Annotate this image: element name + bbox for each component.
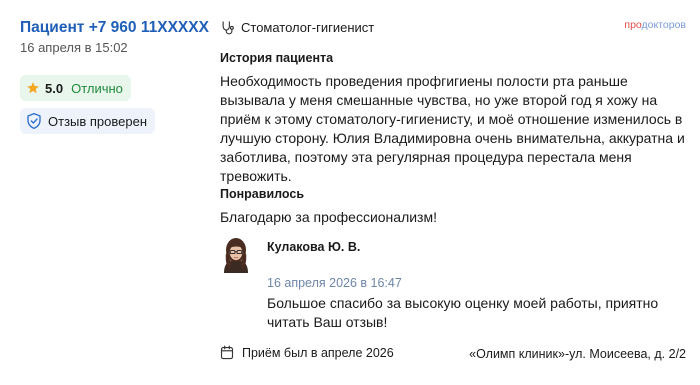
- reply-text: Большое спасибо за высокую оценку моей р…: [267, 295, 659, 330]
- clinic-link[interactable]: «Олимп клиник»-ул. Моисеева, д. 2/2: [469, 347, 686, 361]
- review-footer: Приём был в апреле 2026 «Олимп клиник»-у…: [220, 345, 690, 365]
- verified-label: Отзыв проверен: [48, 113, 148, 129]
- verified-badge[interactable]: Отзыв проверен: [20, 108, 156, 134]
- doctor-name[interactable]: Кулакова Ю. В.: [267, 240, 360, 254]
- shield-check-icon: [27, 112, 41, 129]
- visit-info: Приём был в апреле 2026: [220, 345, 394, 360]
- visit-date: Приём был в апреле 2026: [242, 345, 394, 360]
- doctor-specialty: Стоматолог-гигиенист: [220, 20, 374, 35]
- rating-label: Отлично: [71, 80, 123, 96]
- history-title: История пациента: [220, 51, 334, 65]
- liked-title: Понравилось: [220, 187, 305, 201]
- stethoscope-icon: [222, 21, 234, 35]
- patient-name[interactable]: Пациент +7 960 11XXXXX: [20, 19, 209, 37]
- specialty-label: Стоматолог-гигиенист: [241, 20, 375, 35]
- rating-value: 5.0: [45, 80, 64, 96]
- reply-date: 16 апреля 2026 в 16:47: [267, 276, 402, 290]
- logo-part-doctors: докторов: [641, 19, 686, 31]
- doctor-avatar[interactable]: [220, 237, 252, 273]
- review-date: 16 апреля в 15:02: [20, 40, 128, 55]
- star-icon: [27, 82, 39, 94]
- history-text: Необходимость проведения профгигиены пол…: [220, 73, 685, 184]
- prodoctorov-logo[interactable]: продокторов: [624, 19, 686, 31]
- review-content: Стоматолог-гигиенист продокторов История…: [220, 0, 690, 385]
- logo-part-pro: про: [624, 19, 642, 31]
- liked-text: Благодарю за профессионализм!: [220, 209, 437, 225]
- calendar-icon: [220, 345, 234, 360]
- rating-badge: 5.0 Отлично: [20, 75, 131, 101]
